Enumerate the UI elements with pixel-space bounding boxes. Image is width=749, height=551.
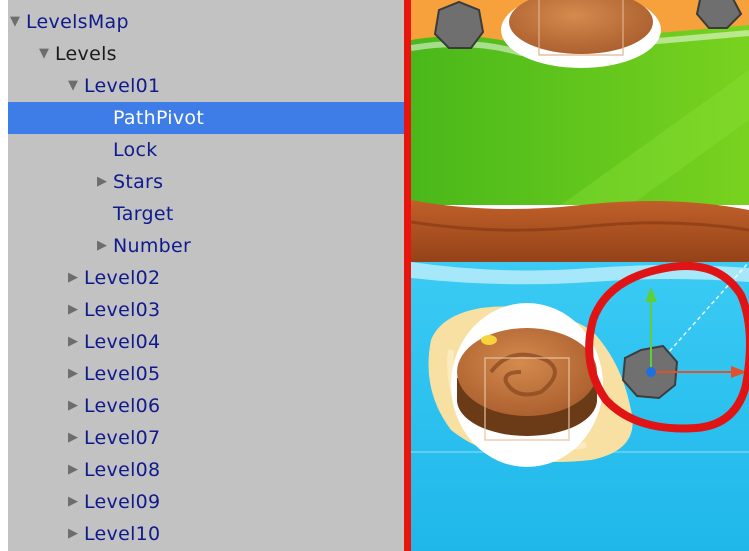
triangle-right-icon[interactable]: ▶: [95, 230, 109, 262]
dirt-cliff: [411, 200, 749, 271]
panel-divider[interactable]: [404, 0, 411, 551]
hierarchy-item-pathpivot[interactable]: PathPivot: [8, 102, 404, 134]
hierarchy-item-level03[interactable]: ▶ Level03: [8, 294, 404, 326]
hierarchy-item-level07[interactable]: ▶ Level07: [8, 422, 404, 454]
hierarchy-item-lock[interactable]: Lock: [8, 134, 404, 166]
triangle-right-icon[interactable]: ▶: [95, 166, 109, 198]
triangle-down-icon[interactable]: ▼: [37, 38, 51, 70]
hierarchy-item-label: Number: [113, 235, 192, 257]
triangle-right-icon[interactable]: ▶: [66, 262, 80, 294]
scene-canvas: [411, 0, 749, 551]
triangle-right-icon[interactable]: ▶: [66, 454, 80, 486]
hierarchy-item-label: LevelsMap: [26, 11, 129, 33]
hierarchy-item-number[interactable]: ▶ Number: [8, 230, 404, 262]
hierarchy-item-label: PathPivot: [113, 107, 205, 129]
hierarchy-item-level02[interactable]: ▶ Level02: [8, 262, 404, 294]
hierarchy-item-label: Level05: [84, 363, 161, 385]
triangle-right-icon[interactable]: ▶: [66, 294, 80, 326]
hierarchy-item-label: Level07: [84, 427, 161, 449]
hierarchy-item-label: Level10: [84, 523, 161, 545]
triangle-down-icon[interactable]: ▼: [8, 6, 22, 38]
hierarchy-item-level06[interactable]: ▶ Level06: [8, 390, 404, 422]
hierarchy-item-label: Level04: [84, 331, 161, 353]
hierarchy-item-label: Level09: [84, 491, 161, 513]
triangle-right-icon[interactable]: ▶: [66, 326, 80, 358]
hierarchy-item-level08[interactable]: ▶ Level08: [8, 454, 404, 486]
triangle-right-icon[interactable]: ▶: [66, 486, 80, 518]
hierarchy-item-label: Level03: [84, 299, 161, 321]
hierarchy-item-label: Level06: [84, 395, 161, 417]
triangle-right-icon[interactable]: ▶: [66, 518, 80, 550]
triangle-right-icon[interactable]: ▶: [66, 390, 80, 422]
hierarchy-item-label: Levels: [55, 43, 117, 65]
hierarchy-item-label: Lock: [113, 139, 158, 161]
stone-marker: [433, 0, 485, 49]
hierarchy-item-label: Level08: [84, 459, 161, 481]
hierarchy-item-levels[interactable]: ▼ Levels: [8, 38, 404, 70]
hierarchy-item-level09[interactable]: ▶ Level09: [8, 486, 404, 518]
gizmo-center: [646, 367, 656, 377]
hierarchy-item-level01[interactable]: ▼ Level01: [8, 70, 404, 102]
triangle-right-icon[interactable]: ▶: [66, 422, 80, 454]
hierarchy-item-levelsmap[interactable]: ▼ LevelsMap: [8, 6, 404, 38]
triangle-down-icon[interactable]: ▼: [66, 70, 80, 102]
hierarchy-item-label: Target: [113, 203, 174, 225]
hierarchy-item-level10[interactable]: ▶ Level10: [8, 518, 404, 550]
hierarchy-item-level05[interactable]: ▶ Level05: [8, 358, 404, 390]
hierarchy-panel[interactable]: ▼ LevelsMap ▼ Levels ▼ Level01 PathPivot Lock ▶ S…: [8, 0, 404, 551]
scene-view[interactable]: [411, 0, 749, 551]
hierarchy-item-target[interactable]: Target: [8, 198, 404, 230]
hierarchy-item-stars[interactable]: ▶ Stars: [8, 166, 404, 198]
triangle-right-icon[interactable]: ▶: [66, 358, 80, 390]
hierarchy-item-label: Level01: [84, 75, 161, 97]
hierarchy-item-label: Level02: [84, 267, 161, 289]
hierarchy-item-level04[interactable]: ▶ Level04: [8, 326, 404, 358]
hierarchy-item-label: Stars: [113, 171, 164, 193]
